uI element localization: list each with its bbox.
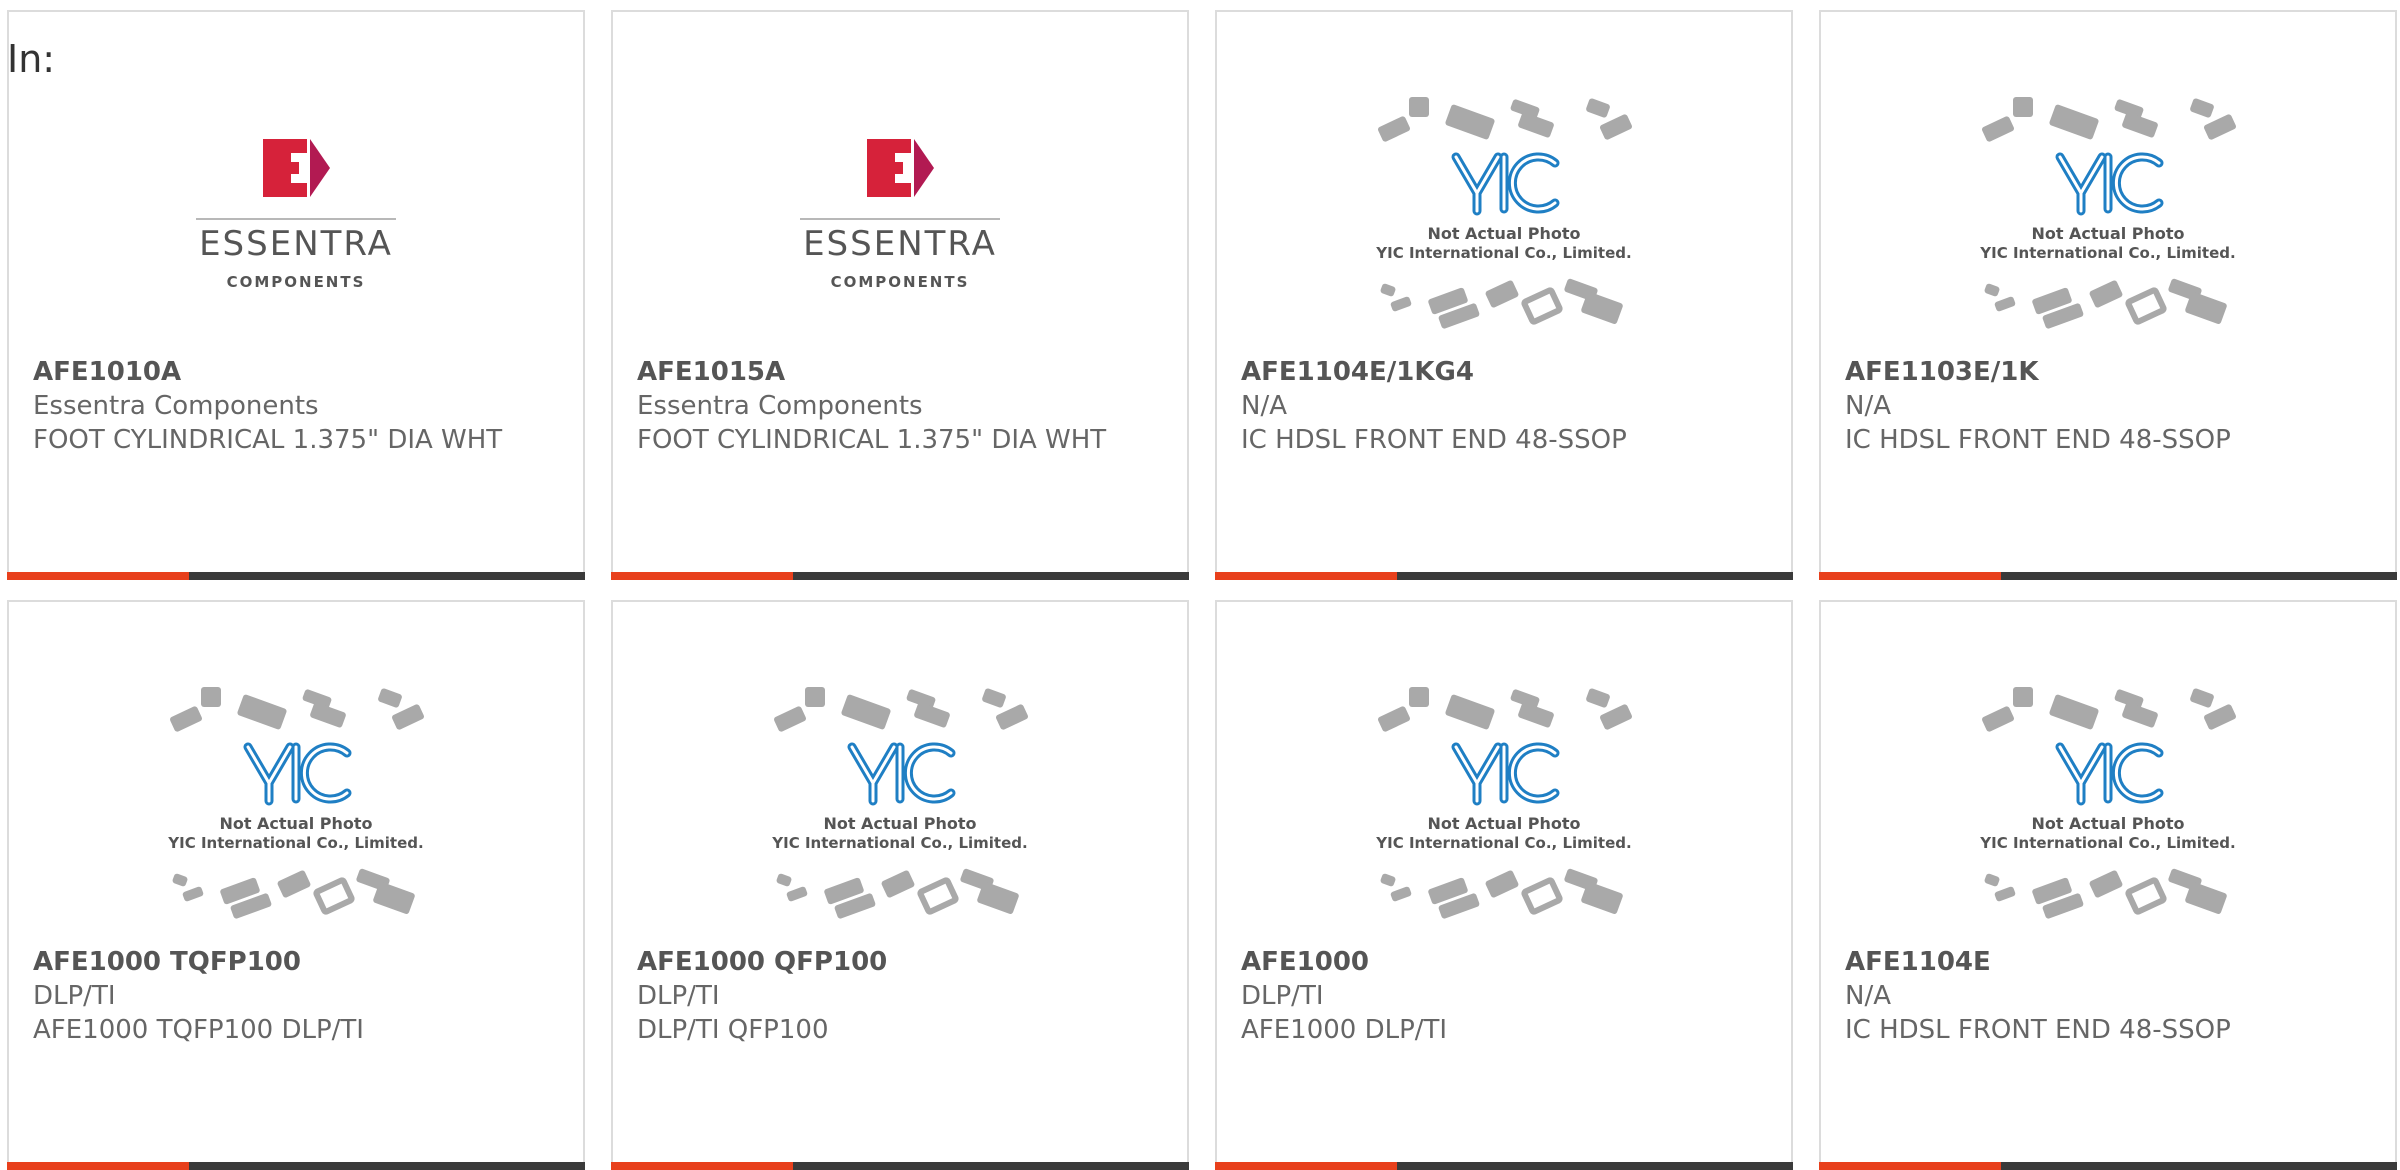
product-info: AFE1010A Essentra Components FOOT CYLIND…: [33, 355, 559, 457]
svg-text:COMPONENTS: COMPONENTS: [831, 273, 970, 291]
filter-label: In:: [7, 37, 56, 81]
product-card[interactable]: Not Actual Photo YIC International Co., …: [1819, 10, 2397, 580]
essentra-logo-icon: ESSENTRA COMPONENTS: [186, 127, 406, 307]
card-accent-bar: [7, 572, 189, 580]
product-info: AFE1104E/1KG4 N/A IC HDSL FRONT END 48-S…: [1241, 355, 1767, 457]
svg-text:Not Actual Photo: Not Actual Photo: [219, 814, 372, 833]
card-bottom-bar: [1819, 572, 2397, 580]
card-bottom-bar: [1215, 1162, 1793, 1170]
product-card[interactable]: Not Actual Photo YIC International Co., …: [611, 600, 1189, 1170]
part-number[interactable]: AFE1104E: [1845, 945, 2371, 979]
description: AFE1000 TQFP100 DLP/TI: [33, 1015, 364, 1045]
svg-text:YIC International Co., Limited: YIC International Co., Limited.: [1979, 834, 2235, 852]
product-image[interactable]: Not Actual Photo YIC International Co., …: [1821, 672, 2395, 942]
product-info: AFE1103E/1K N/A IC HDSL FRONT END 48-SSO…: [1845, 355, 2371, 457]
part-number[interactable]: AFE1010A: [33, 355, 559, 389]
part-number[interactable]: AFE1000: [1241, 945, 1767, 979]
description: IC HDSL FRONT END 48-SSOP: [1241, 425, 1627, 455]
svg-text:YIC International Co., Limited: YIC International Co., Limited.: [771, 834, 1027, 852]
not-actual-photo-icon: Not Actual Photo YIC International Co., …: [1369, 687, 1639, 927]
svg-text:Not Actual Photo: Not Actual Photo: [2031, 224, 2184, 243]
svg-text:Not Actual Photo: Not Actual Photo: [823, 814, 976, 833]
svg-text:YIC International Co., Limited: YIC International Co., Limited.: [1979, 244, 2235, 262]
card-accent-bar: [7, 1162, 189, 1170]
product-image[interactable]: Not Actual Photo YIC International Co., …: [1217, 82, 1791, 352]
svg-text:COMPONENTS: COMPONENTS: [227, 273, 366, 291]
product-card[interactable]: Not Actual Photo YIC International Co., …: [7, 600, 585, 1170]
essentra-logo-icon: ESSENTRA COMPONENTS: [790, 127, 1010, 307]
product-info: AFE1104E N/A IC HDSL FRONT END 48-SSOP: [1845, 945, 2371, 1047]
product-image[interactable]: Not Actual Photo YIC International Co., …: [1217, 672, 1791, 942]
card-bottom-bar: [7, 572, 585, 580]
description: FOOT CYLINDRICAL 1.375" DIA WHT: [33, 425, 503, 455]
card-bottom-bar: [1215, 572, 1793, 580]
description: AFE1000 DLP/TI: [1241, 1015, 1448, 1045]
manufacturer: DLP/TI: [33, 981, 116, 1011]
card-accent-bar: [1215, 572, 1397, 580]
product-image[interactable]: Not Actual Photo YIC International Co., …: [1821, 82, 2395, 352]
part-number[interactable]: AFE1104E/1KG4: [1241, 355, 1767, 389]
product-image[interactable]: Not Actual Photo YIC International Co., …: [613, 672, 1187, 942]
description: FOOT CYLINDRICAL 1.375" DIA WHT: [637, 425, 1107, 455]
part-number[interactable]: AFE1015A: [637, 355, 1163, 389]
manufacturer: DLP/TI: [1241, 981, 1324, 1011]
part-number[interactable]: AFE1103E/1K: [1845, 355, 2371, 389]
product-info: AFE1000 QFP100 DLP/TI DLP/TI QFP100: [637, 945, 1163, 1047]
not-actual-photo-icon: Not Actual Photo YIC International Co., …: [765, 687, 1035, 927]
manufacturer: Essentra Components: [637, 391, 923, 421]
card-accent-bar: [1215, 1162, 1397, 1170]
product-card[interactable]: Not Actual Photo YIC International Co., …: [1215, 600, 1793, 1170]
card-accent-bar: [1819, 1162, 2001, 1170]
card-accent-bar: [1819, 572, 2001, 580]
card-bottom-bar: [611, 572, 1189, 580]
card-accent-bar: [611, 1162, 793, 1170]
part-number[interactable]: AFE1000 TQFP100: [33, 945, 559, 979]
svg-text:YIC International Co., Limited: YIC International Co., Limited.: [167, 834, 423, 852]
product-image[interactable]: ESSENTRA COMPONENTS: [9, 82, 583, 352]
product-info: AFE1000 DLP/TI AFE1000 DLP/TI: [1241, 945, 1767, 1047]
svg-text:Not Actual Photo: Not Actual Photo: [1427, 224, 1580, 243]
svg-text:ESSENTRA: ESSENTRA: [803, 224, 997, 264]
not-actual-photo-icon: Not Actual Photo YIC International Co., …: [1973, 97, 2243, 337]
svg-text:Not Actual Photo: Not Actual Photo: [2031, 814, 2184, 833]
product-image[interactable]: Not Actual Photo YIC International Co., …: [9, 672, 583, 942]
manufacturer: DLP/TI: [637, 981, 720, 1011]
card-bottom-bar: [1819, 1162, 2397, 1170]
svg-text:Not Actual Photo: Not Actual Photo: [1427, 814, 1580, 833]
svg-text:ESSENTRA: ESSENTRA: [199, 224, 393, 264]
product-card[interactable]: Not Actual Photo YIC International Co., …: [1819, 600, 2397, 1170]
product-info: AFE1015A Essentra Components FOOT CYLIND…: [637, 355, 1163, 457]
product-image[interactable]: ESSENTRA COMPONENTS: [613, 82, 1187, 352]
card-bottom-bar: [7, 1162, 585, 1170]
product-info: AFE1000 TQFP100 DLP/TI AFE1000 TQFP100 D…: [33, 945, 559, 1047]
manufacturer: N/A: [1241, 391, 1287, 421]
manufacturer: N/A: [1845, 981, 1891, 1011]
not-actual-photo-icon: Not Actual Photo YIC International Co., …: [1973, 687, 2243, 927]
description: IC HDSL FRONT END 48-SSOP: [1845, 425, 2231, 455]
product-card[interactable]: ESSENTRA COMPONENTS AFE1015A Essentra Co…: [611, 10, 1189, 580]
product-card[interactable]: Not Actual Photo YIC International Co., …: [1215, 10, 1793, 580]
manufacturer: Essentra Components: [33, 391, 319, 421]
not-actual-photo-icon: Not Actual Photo YIC International Co., …: [161, 687, 431, 927]
product-card[interactable]: ESSENTRA COMPONENTS AFE1010A Essentra Co…: [7, 10, 585, 580]
manufacturer: N/A: [1845, 391, 1891, 421]
description: IC HDSL FRONT END 48-SSOP: [1845, 1015, 2231, 1045]
card-bottom-bar: [611, 1162, 1189, 1170]
description: DLP/TI QFP100: [637, 1015, 829, 1045]
svg-text:YIC International Co., Limited: YIC International Co., Limited.: [1375, 834, 1631, 852]
not-actual-photo-icon: Not Actual Photo YIC International Co., …: [1369, 97, 1639, 337]
part-number[interactable]: AFE1000 QFP100: [637, 945, 1163, 979]
card-accent-bar: [611, 572, 793, 580]
svg-text:YIC International Co., Limited: YIC International Co., Limited.: [1375, 244, 1631, 262]
